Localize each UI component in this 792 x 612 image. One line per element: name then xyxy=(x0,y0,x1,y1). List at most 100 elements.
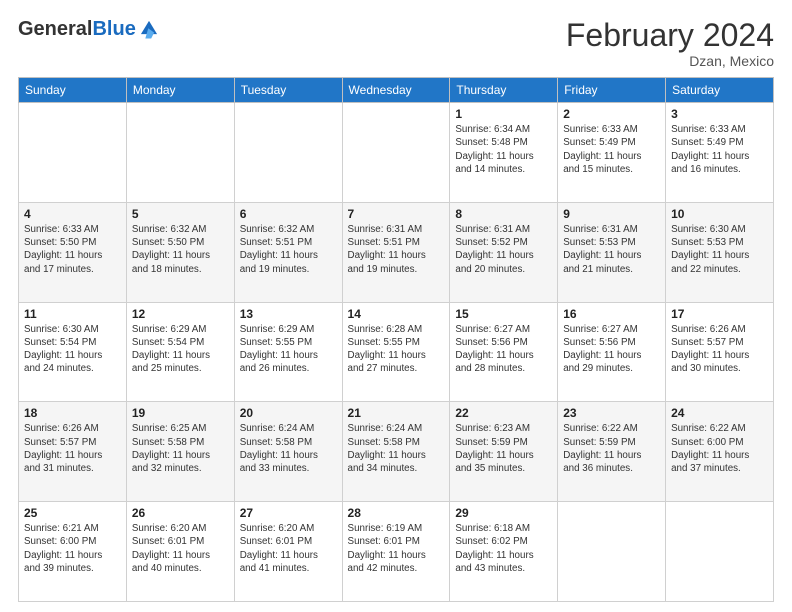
day-number: 28 xyxy=(348,506,445,520)
day-info: Sunrise: 6:31 AMSunset: 5:52 PMDaylight:… xyxy=(455,223,552,276)
day-info: Sunrise: 6:29 AMSunset: 5:55 PMDaylight:… xyxy=(240,323,337,376)
month-year: February 2024 xyxy=(566,18,774,53)
title-block: February 2024 Dzan, Mexico xyxy=(566,18,774,69)
day-number: 9 xyxy=(563,207,660,221)
day-of-week-header: Thursday xyxy=(450,78,558,103)
logo-general-text: General xyxy=(18,18,92,40)
day-info: Sunrise: 6:32 AMSunset: 5:51 PMDaylight:… xyxy=(240,223,337,276)
calendar-cell: 23 Sunrise: 6:22 AMSunset: 5:59 PMDayligh… xyxy=(558,402,666,502)
calendar-week-row: 1Sunrise: 6:34 AMSunset: 5:48 PMDaylight… xyxy=(19,103,774,203)
day-number: 2 xyxy=(563,107,660,121)
day-number: 4 xyxy=(24,207,121,221)
day-of-week-header: Monday xyxy=(126,78,234,103)
calendar-week-row: 4 Sunrise: 6:33 AMSunset: 5:50 PMDaylight… xyxy=(19,202,774,302)
day-number: 25 xyxy=(24,506,121,520)
calendar-table: SundayMondayTuesdayWednesdayThursdayFrid… xyxy=(18,77,774,602)
day-info: Sunrise: 6:25 AMSunset: 5:58 PMDaylight:… xyxy=(132,422,229,475)
day-info: Sunrise: 6:21 AMSunset: 6:00 PMDaylight:… xyxy=(24,522,121,575)
logo: GeneralBlue xyxy=(18,18,160,40)
day-of-week-header: Sunday xyxy=(19,78,127,103)
calendar-cell: 14Sunrise: 6:28 AMSunset: 5:55 PMDayligh… xyxy=(342,302,450,402)
calendar-week-row: 11 Sunrise: 6:30 AMSunset: 5:54 PMDayligh… xyxy=(19,302,774,402)
calendar-cell: 8 Sunrise: 6:31 AMSunset: 5:52 PMDaylight… xyxy=(450,202,558,302)
calendar-cell: 2 Sunrise: 6:33 AMSunset: 5:49 PMDaylight… xyxy=(558,103,666,203)
day-number: 17 xyxy=(671,307,768,321)
calendar-cell xyxy=(126,103,234,203)
calendar-cell: 21Sunrise: 6:24 AMSunset: 5:58 PMDayligh… xyxy=(342,402,450,502)
calendar-week-row: 25 Sunrise: 6:21 AMSunset: 6:00 PMDayligh… xyxy=(19,502,774,602)
calendar-cell: 19 Sunrise: 6:25 AMSunset: 5:58 PMDayligh… xyxy=(126,402,234,502)
calendar-cell: 9 Sunrise: 6:31 AMSunset: 5:53 PMDaylight… xyxy=(558,202,666,302)
day-info: Sunrise: 6:30 AMSunset: 5:54 PMDaylight:… xyxy=(24,323,121,376)
day-info: Sunrise: 6:26 AMSunset: 5:57 PMDaylight:… xyxy=(671,323,768,376)
day-info: Sunrise: 6:31 AMSunset: 5:53 PMDaylight:… xyxy=(563,223,660,276)
calendar-cell: 5Sunrise: 6:32 AMSunset: 5:50 PMDaylight… xyxy=(126,202,234,302)
day-number: 27 xyxy=(240,506,337,520)
day-number: 11 xyxy=(24,307,121,321)
calendar-cell: 4 Sunrise: 6:33 AMSunset: 5:50 PMDaylight… xyxy=(19,202,127,302)
day-info: Sunrise: 6:22 AMSunset: 5:59 PMDaylight:… xyxy=(563,422,660,475)
header: GeneralBlue February 2024 Dzan, Mexico xyxy=(18,18,774,69)
calendar-cell xyxy=(342,103,450,203)
day-number: 18 xyxy=(24,406,121,420)
day-info: Sunrise: 6:24 AMSunset: 5:58 PMDaylight:… xyxy=(240,422,337,475)
calendar-cell: 26Sunrise: 6:20 AMSunset: 6:01 PMDayligh… xyxy=(126,502,234,602)
calendar-cell: 12Sunrise: 6:29 AMSunset: 5:54 PMDayligh… xyxy=(126,302,234,402)
day-info: Sunrise: 6:23 AMSunset: 5:59 PMDaylight:… xyxy=(455,422,552,475)
day-of-week-header: Tuesday xyxy=(234,78,342,103)
day-of-week-header: Saturday xyxy=(666,78,774,103)
calendar-cell: 1Sunrise: 6:34 AMSunset: 5:48 PMDaylight… xyxy=(450,103,558,203)
calendar-cell xyxy=(558,502,666,602)
day-info: Sunrise: 6:20 AMSunset: 6:01 PMDaylight:… xyxy=(240,522,337,575)
calendar-cell: 24Sunrise: 6:22 AMSunset: 6:00 PMDayligh… xyxy=(666,402,774,502)
calendar-cell: 16 Sunrise: 6:27 AMSunset: 5:56 PMDayligh… xyxy=(558,302,666,402)
day-number: 19 xyxy=(132,406,229,420)
day-number: 24 xyxy=(671,406,768,420)
day-info: Sunrise: 6:27 AMSunset: 5:56 PMDaylight:… xyxy=(563,323,660,376)
calendar-cell: 3 Sunrise: 6:33 AMSunset: 5:49 PMDaylight… xyxy=(666,103,774,203)
day-number: 12 xyxy=(132,307,229,321)
day-info: Sunrise: 6:26 AMSunset: 5:57 PMDaylight:… xyxy=(24,422,121,475)
day-info: Sunrise: 6:33 AMSunset: 5:49 PMDaylight:… xyxy=(671,123,768,176)
calendar-cell xyxy=(234,103,342,203)
day-info: Sunrise: 6:32 AMSunset: 5:50 PMDaylight:… xyxy=(132,223,229,276)
day-number: 14 xyxy=(348,307,445,321)
day-info: Sunrise: 6:33 AMSunset: 5:49 PMDaylight:… xyxy=(563,123,660,176)
calendar-cell: 20 Sunrise: 6:24 AMSunset: 5:58 PMDayligh… xyxy=(234,402,342,502)
day-number: 20 xyxy=(240,406,337,420)
day-number: 26 xyxy=(132,506,229,520)
day-number: 16 xyxy=(563,307,660,321)
day-info: Sunrise: 6:31 AMSunset: 5:51 PMDaylight:… xyxy=(348,223,445,276)
day-of-week-header: Friday xyxy=(558,78,666,103)
calendar-cell: 29Sunrise: 6:18 AMSunset: 6:02 PMDayligh… xyxy=(450,502,558,602)
day-number: 3 xyxy=(671,107,768,121)
calendar-cell: 13Sunrise: 6:29 AMSunset: 5:55 PMDayligh… xyxy=(234,302,342,402)
calendar-cell: 17 Sunrise: 6:26 AMSunset: 5:57 PMDayligh… xyxy=(666,302,774,402)
day-info: Sunrise: 6:33 AMSunset: 5:50 PMDaylight:… xyxy=(24,223,121,276)
day-number: 1 xyxy=(455,107,552,121)
day-number: 23 xyxy=(563,406,660,420)
calendar-cell: 7 Sunrise: 6:31 AMSunset: 5:51 PMDaylight… xyxy=(342,202,450,302)
calendar-cell: 25 Sunrise: 6:21 AMSunset: 6:00 PMDayligh… xyxy=(19,502,127,602)
day-of-week-header: Wednesday xyxy=(342,78,450,103)
day-number: 6 xyxy=(240,207,337,221)
calendar-cell: 18 Sunrise: 6:26 AMSunset: 5:57 PMDayligh… xyxy=(19,402,127,502)
calendar-cell: 10 Sunrise: 6:30 AMSunset: 5:53 PMDayligh… xyxy=(666,202,774,302)
calendar-cell xyxy=(19,103,127,203)
day-info: Sunrise: 6:24 AMSunset: 5:58 PMDaylight:… xyxy=(348,422,445,475)
day-number: 10 xyxy=(671,207,768,221)
day-number: 15 xyxy=(455,307,552,321)
day-number: 8 xyxy=(455,207,552,221)
day-number: 7 xyxy=(348,207,445,221)
page: GeneralBlue February 2024 Dzan, Mexico S… xyxy=(0,0,792,612)
logo-icon xyxy=(138,18,160,40)
day-info: Sunrise: 6:30 AMSunset: 5:53 PMDaylight:… xyxy=(671,223,768,276)
calendar-cell: 22Sunrise: 6:23 AMSunset: 5:59 PMDayligh… xyxy=(450,402,558,502)
day-number: 29 xyxy=(455,506,552,520)
calendar-week-row: 18 Sunrise: 6:26 AMSunset: 5:57 PMDayligh… xyxy=(19,402,774,502)
day-info: Sunrise: 6:19 AMSunset: 6:01 PMDaylight:… xyxy=(348,522,445,575)
location: Dzan, Mexico xyxy=(566,53,774,69)
day-info: Sunrise: 6:27 AMSunset: 5:56 PMDaylight:… xyxy=(455,323,552,376)
calendar-cell: 6 Sunrise: 6:32 AMSunset: 5:51 PMDaylight… xyxy=(234,202,342,302)
calendar-cell: 27 Sunrise: 6:20 AMSunset: 6:01 PMDayligh… xyxy=(234,502,342,602)
